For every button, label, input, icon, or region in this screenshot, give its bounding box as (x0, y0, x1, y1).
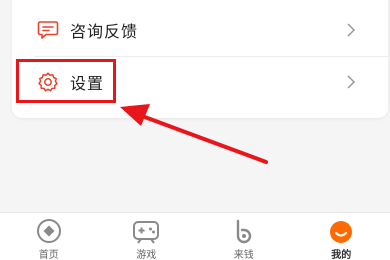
tab-home[interactable]: 首页 (0, 213, 98, 260)
tab-label: 首页 (38, 250, 59, 260)
bottom-tab-bar: 首页 游戏 来钱 我的 (0, 212, 390, 260)
gamepad-icon (132, 217, 160, 244)
message-icon (36, 18, 60, 42)
tab-mine[interactable]: 我的 (293, 213, 390, 260)
b-coin-icon (230, 217, 258, 244)
tab-label: 来钱 (233, 250, 254, 260)
feedback-label: 咨询反馈 (70, 22, 139, 41)
profile-icon (327, 217, 355, 244)
highlight-box (16, 59, 116, 103)
tab-label: 游戏 (136, 250, 157, 260)
screen: 咨询反馈 设置 首页 游戏 来钱 我的 (0, 0, 390, 260)
tab-earn[interactable]: 来钱 (195, 213, 293, 260)
chevron-right-icon (347, 75, 356, 89)
tab-games[interactable]: 游戏 (98, 213, 196, 260)
menu-item-feedback[interactable]: 咨询反馈 (12, 2, 388, 58)
tab-label: 我的 (331, 250, 352, 260)
chevron-right-icon (347, 23, 356, 37)
home-icon (35, 217, 63, 244)
